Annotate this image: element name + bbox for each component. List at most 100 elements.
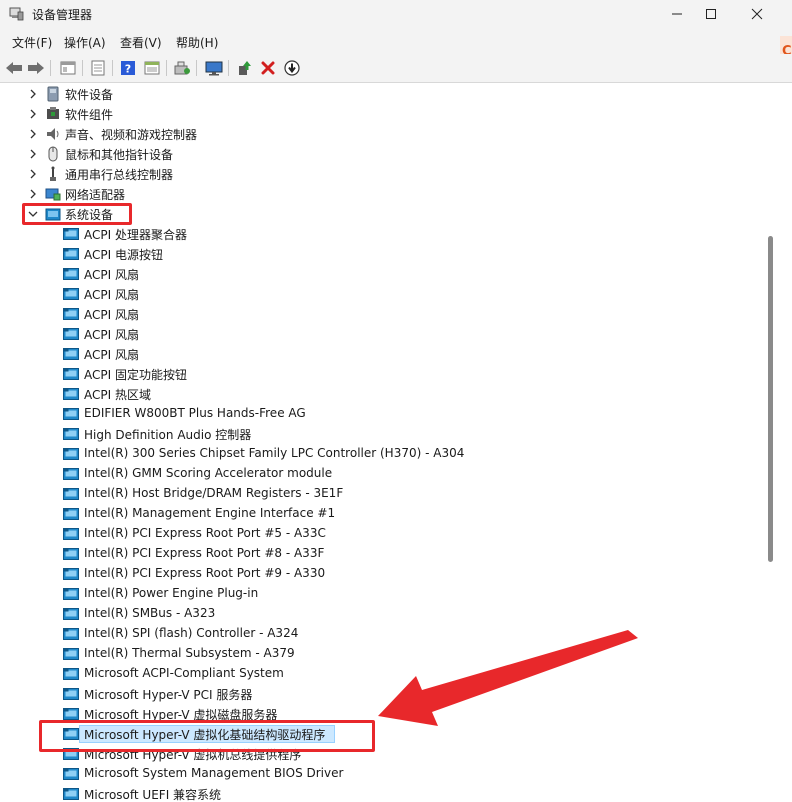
help-icon: ?: [121, 61, 135, 76]
tree-device-row[interactable]: Intel(R) SMBus - A323: [0, 604, 764, 624]
tree-device-row[interactable]: ACPI 风扇: [0, 324, 764, 344]
tree-device-label: High Definition Audio 控制器: [84, 428, 252, 442]
menu-file[interactable]: 文件(F): [12, 34, 52, 51]
tree-category-label: 声音、视频和游戏控制器: [65, 128, 198, 142]
system-device-icon: [63, 328, 79, 340]
chevron-right-icon[interactable]: [27, 127, 39, 141]
tree-device-row[interactable]: ACPI 风扇: [0, 304, 764, 324]
tree-device-row[interactable]: ACPI 电源按钮: [0, 244, 764, 264]
toolbar: ?: [0, 54, 792, 83]
tree-device-row[interactable]: High Definition Audio 控制器: [0, 424, 764, 444]
toolbar-separator: [196, 60, 197, 76]
update-driver-icon: [239, 61, 251, 75]
uninstall-icon: [261, 61, 275, 75]
monitor-button[interactable]: [204, 58, 224, 78]
scrollbar-thumb[interactable]: [768, 236, 773, 562]
network-adapter-icon: [45, 188, 61, 201]
show-hide-console-tree-button[interactable]: [58, 58, 78, 78]
tree-device-row[interactable]: ACPI 风扇: [0, 264, 764, 284]
chevron-right-icon[interactable]: [27, 107, 39, 121]
toolbar-separator: [166, 60, 167, 76]
tree-device-row[interactable]: Intel(R) PCI Express Root Port #9 - A330: [0, 564, 764, 584]
toolbar-separator: [228, 60, 229, 76]
annotation-box-system-devices: [22, 203, 132, 225]
window-title: 设备管理器: [32, 8, 93, 22]
forward-button[interactable]: [26, 58, 46, 78]
tree-device-label: Microsoft Hyper-V PCI 服务器: [84, 688, 253, 702]
chevron-right-icon[interactable]: [27, 87, 39, 101]
maximize-button[interactable]: [688, 0, 734, 28]
chevron-right-icon[interactable]: [27, 187, 39, 201]
tree-device-row[interactable]: Intel(R) Power Engine Plug-in: [0, 584, 764, 604]
back-icon: [6, 62, 22, 74]
tree-device-label: Microsoft ACPI-Compliant System: [84, 666, 284, 680]
tree-device-row[interactable]: Intel(R) Management Engine Interface #1: [0, 504, 764, 524]
back-button[interactable]: [4, 58, 24, 78]
tree-device-label: ACPI 固定功能按钮: [84, 368, 187, 382]
system-device-icon: [63, 788, 79, 800]
properties-button[interactable]: [88, 58, 108, 78]
tree-device-label: Intel(R) Management Engine Interface #1: [84, 506, 336, 520]
tree-category-row[interactable]: 软件组件: [0, 104, 764, 124]
tree-category-row[interactable]: 网络适配器: [0, 184, 764, 204]
tree-category-label: 软件组件: [65, 108, 114, 122]
tree-device-label: EDIFIER W800BT Plus Hands-Free AG: [84, 406, 306, 420]
system-device-icon: [63, 468, 79, 480]
system-device-icon: [63, 488, 79, 500]
tree-device-label: Microsoft UEFI 兼容系统: [84, 788, 222, 802]
tree-device-row[interactable]: Intel(R) 300 Series Chipset Family LPC C…: [0, 444, 764, 464]
minimize-icon: [672, 13, 682, 15]
system-device-icon: [63, 248, 79, 260]
properties-icon: [60, 61, 76, 75]
view-icon: [144, 61, 160, 75]
tree-device-row[interactable]: ACPI 处理器聚合器: [0, 224, 764, 244]
tree-device-row[interactable]: Microsoft UEFI 兼容系统: [0, 784, 764, 802]
help-button[interactable]: ?: [118, 58, 138, 78]
mouse-icon: [48, 146, 58, 162]
tree-device-row[interactable]: ACPI 风扇: [0, 344, 764, 364]
tree-device-row[interactable]: Intel(R) Host Bridge/DRAM Registers - 3E…: [0, 484, 764, 504]
tree-device-label: Intel(R) SMBus - A323: [84, 606, 216, 620]
close-icon: [751, 8, 763, 20]
tree-category-label: 通用串行总线控制器: [65, 168, 174, 182]
tree-device-label: Intel(R) Power Engine Plug-in: [84, 586, 259, 600]
disable-button[interactable]: [282, 58, 302, 78]
system-device-icon: [63, 368, 79, 380]
tree-device-row[interactable]: Intel(R) PCI Express Root Port #5 - A33C: [0, 524, 764, 544]
tree-category-row[interactable]: 鼠标和其他指针设备: [0, 144, 764, 164]
chevron-right-icon[interactable]: [27, 147, 39, 161]
tree-device-label: Intel(R) Host Bridge/DRAM Registers - 3E…: [84, 486, 344, 500]
menu-action[interactable]: 操作(A): [64, 34, 106, 51]
uninstall-button[interactable]: [258, 58, 278, 78]
view-button[interactable]: [142, 58, 162, 78]
system-device-icon: [63, 628, 79, 640]
tree-device-row[interactable]: Microsoft System Management BIOS Driver: [0, 764, 764, 784]
system-device-icon: [63, 348, 79, 360]
update-driver-button[interactable]: [234, 58, 254, 78]
menu-help[interactable]: 帮助(H): [176, 34, 218, 51]
system-device-icon: [63, 288, 79, 300]
tree-device-row[interactable]: ACPI 固定功能按钮: [0, 364, 764, 384]
tree-device-row[interactable]: Intel(R) PCI Express Root Port #8 - A33F: [0, 544, 764, 564]
scan-hardware-button[interactable]: [172, 58, 192, 78]
menu-view[interactable]: 查看(V): [120, 34, 162, 51]
menu-bar: 文件(F) 操作(A) 查看(V) 帮助(H): [0, 28, 792, 54]
close-button[interactable]: [734, 0, 780, 28]
chevron-right-icon[interactable]: [27, 167, 39, 181]
tree-category-row[interactable]: 软件设备: [0, 84, 764, 104]
tree-device-row[interactable]: ACPI 风扇: [0, 284, 764, 304]
tree-device-row[interactable]: ACPI 热区域: [0, 384, 764, 404]
tree-category-row[interactable]: 通用串行总线控制器: [0, 164, 764, 184]
system-device-icon: [63, 528, 79, 540]
tree-category-label: 网络适配器: [65, 188, 126, 202]
system-device-icon: [63, 268, 79, 280]
tree-device-row[interactable]: Intel(R) GMM Scoring Accelerator module: [0, 464, 764, 484]
tree-category-row[interactable]: 声音、视频和游戏控制器: [0, 124, 764, 144]
tree-device-row[interactable]: EDIFIER W800BT Plus Hands-Free AG: [0, 404, 764, 424]
tree-device-label: Intel(R) PCI Express Root Port #9 - A330: [84, 566, 326, 580]
software-component-icon: [47, 107, 59, 119]
scan-hardware-icon: [174, 61, 190, 75]
annotation-arrow: [378, 630, 638, 726]
system-device-icon: [63, 228, 79, 240]
tree-device-label: ACPI 处理器聚合器: [84, 228, 187, 242]
